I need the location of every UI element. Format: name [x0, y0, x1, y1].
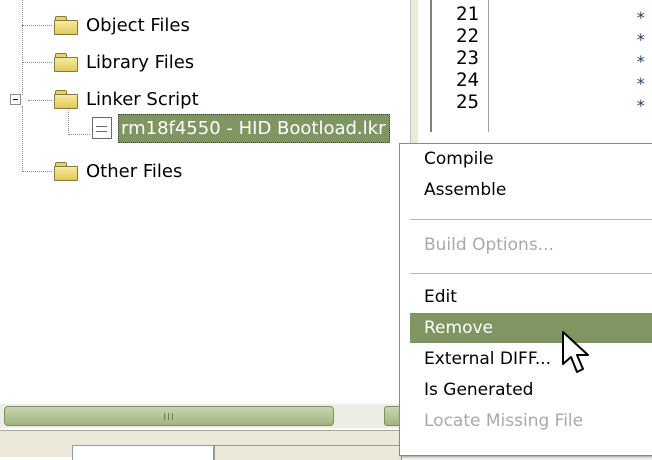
folder-icon	[54, 90, 78, 109]
tree-connector	[22, 106, 23, 172]
line-number: 25	[456, 91, 479, 113]
tree-item-object-files[interactable]: Object Files	[54, 10, 190, 40]
menu-item-remove[interactable]: Remove	[410, 313, 652, 343]
menu-item-locate-missing-file[interactable]: Locate Missing File	[410, 406, 652, 436]
tree-item-linker-script[interactable]: Linker Script	[54, 84, 199, 114]
menu-item-assemble[interactable]: Assemble	[410, 175, 652, 205]
scrollbar-thumb[interactable]: III	[4, 406, 334, 426]
code-asterisk: *	[636, 30, 646, 49]
menu-separator	[410, 219, 652, 220]
tree-item-label: Other Files	[86, 160, 183, 182]
tree-item-label: Library Files	[86, 51, 195, 73]
file-icon	[92, 117, 112, 139]
tree-item-library-files[interactable]: Library Files	[54, 47, 194, 77]
tree-item-label: Object Files	[86, 14, 190, 36]
context-menu: Compile Assemble Build Options... Edit R…	[399, 143, 652, 456]
bottom-tab[interactable]	[214, 445, 402, 460]
bottom-tab[interactable]	[72, 445, 214, 460]
code-asterisk: *	[636, 8, 646, 27]
scrollbar-grip: III	[163, 412, 175, 423]
code-asterisk: *	[636, 74, 646, 93]
line-number: 22	[456, 25, 479, 47]
menu-item-compile[interactable]: Compile	[410, 144, 652, 174]
code-asterisk: *	[636, 52, 646, 71]
tree-connector	[22, 25, 52, 26]
cursor-icon	[562, 331, 589, 373]
folder-icon	[54, 162, 78, 181]
tree-connector	[68, 134, 90, 135]
tree-item-label: Linker Script	[86, 88, 199, 110]
selected-file-label: rm18f4550 - HID Bootload.lkr	[118, 113, 391, 143]
menu-item-external-diff[interactable]: External DIFF...	[410, 344, 652, 374]
line-number: 24	[456, 69, 479, 91]
menu-item-is-generated[interactable]: Is Generated	[410, 375, 652, 405]
folder-icon	[54, 16, 78, 35]
line-number: 23	[456, 47, 479, 69]
tree-connector	[22, 171, 52, 172]
project-tree: Object Files Library Files Linker Script…	[0, 0, 410, 400]
code-asterisk: *	[636, 96, 646, 115]
tree-connector	[22, 62, 52, 63]
line-number: 21	[456, 3, 479, 25]
horizontal-scrollbar[interactable]: III	[0, 404, 410, 428]
collapse-icon[interactable]	[10, 94, 21, 105]
menu-item-build-options[interactable]: Build Options...	[410, 230, 652, 260]
tree-item-linker-file[interactable]: rm18f4550 - HID Bootload.lkr	[92, 113, 391, 143]
tree-connector	[28, 100, 52, 101]
tree-connector	[22, 0, 23, 95]
folder-icon	[54, 53, 78, 72]
menu-separator	[410, 273, 652, 274]
menu-item-edit[interactable]: Edit	[410, 282, 652, 312]
tree-item-other-files[interactable]: Other Files	[54, 156, 182, 186]
